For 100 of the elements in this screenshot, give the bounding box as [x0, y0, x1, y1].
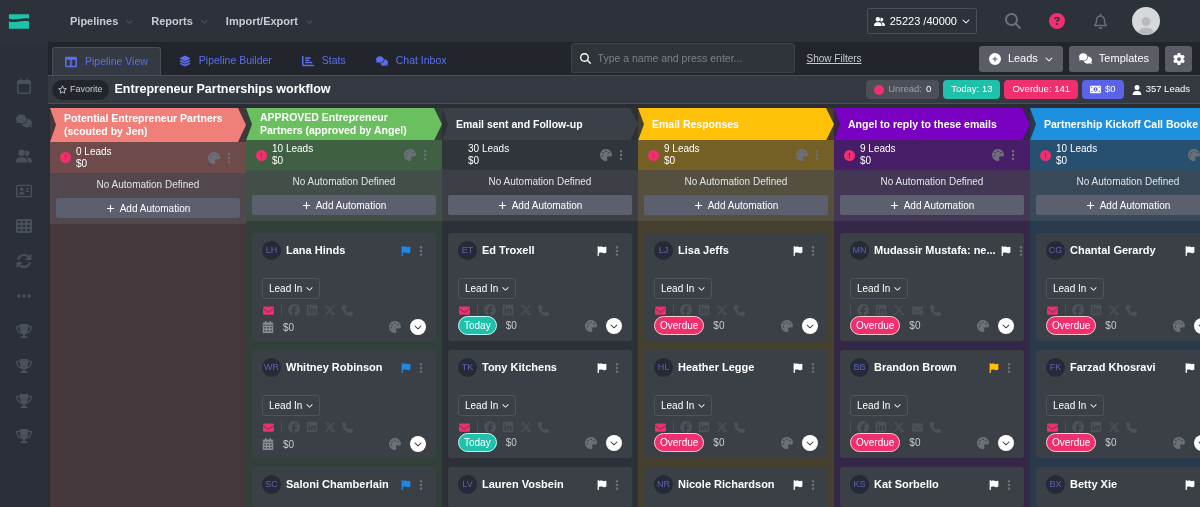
- flag-icon[interactable]: [597, 245, 607, 256]
- lead-card[interactable]: LJ Lisa Jeffs Lead In Overdue $0: [644, 233, 828, 341]
- lead-card[interactable]: TK Tony Kitchens Lead In Today $0: [448, 350, 632, 458]
- expand-chevron-icon[interactable]: [606, 317, 622, 334]
- palette-icon[interactable]: [389, 438, 401, 450]
- lead-name[interactable]: Betty Xie: [1070, 476, 1180, 493]
- lead-name[interactable]: Lauren Vosbein: [482, 476, 592, 493]
- nav-menu[interactable]: Reports: [151, 12, 208, 30]
- palette-icon[interactable]: [404, 149, 416, 162]
- lead-name[interactable]: Mudassir Mustafa: ne...: [874, 242, 996, 259]
- x-logo-icon[interactable]: [893, 304, 905, 316]
- lead-name[interactable]: Tony Kitchens: [482, 359, 592, 376]
- status-dropdown[interactable]: Lead In: [1046, 395, 1105, 416]
- lead-name[interactable]: Heather Legge: [678, 359, 788, 376]
- overdue-badge[interactable]: Overdue: [1046, 316, 1097, 335]
- calendar-icon[interactable]: [262, 321, 274, 333]
- search-icon[interactable]: [1005, 13, 1021, 29]
- facebook-icon[interactable]: [484, 421, 496, 433]
- trophy-icon[interactable]: [16, 428, 32, 444]
- view-tab[interactable]: Stats: [289, 47, 358, 75]
- linkedin-icon[interactable]: [1090, 421, 1102, 433]
- lead-card[interactable]: BB Brandon Brown Lead In Overdue $0: [840, 350, 1024, 458]
- email-icon[interactable]: [262, 304, 275, 316]
- lead-card[interactable]: HL Heather Legge Lead In Overdue $0: [644, 350, 828, 458]
- help-icon[interactable]: [1049, 13, 1065, 29]
- facebook-icon[interactable]: [1072, 421, 1084, 433]
- flag-icon[interactable]: [597, 479, 607, 490]
- lead-quota-button[interactable]: 25223 /40000: [866, 8, 977, 34]
- flag-icon[interactable]: [1185, 245, 1195, 256]
- flag-icon[interactable]: [1185, 479, 1195, 490]
- facebook-icon[interactable]: [484, 304, 496, 316]
- lead-name[interactable]: Lana Hinds: [286, 242, 396, 259]
- user-avatar[interactable]: [1132, 7, 1160, 35]
- expand-chevron-icon[interactable]: [410, 319, 426, 335]
- email-icon[interactable]: [262, 421, 275, 433]
- view-tab[interactable]: Pipeline Builder: [166, 47, 284, 75]
- flag-icon[interactable]: [597, 362, 607, 373]
- status-dropdown[interactable]: Lead In: [850, 395, 909, 416]
- x-logo-icon[interactable]: [893, 421, 905, 433]
- email-icon[interactable]: [654, 421, 667, 433]
- status-dropdown[interactable]: Lead In: [458, 278, 517, 299]
- lead-name[interactable]: Farzad Khosravi: [1070, 359, 1180, 376]
- overdue-badge[interactable]: Overdue: [850, 433, 901, 452]
- expand-chevron-icon[interactable]: [802, 317, 818, 334]
- trophy-icon[interactable]: [16, 393, 32, 409]
- show-filters-link[interactable]: Show Filters: [806, 51, 862, 66]
- linkedin-icon[interactable]: [875, 304, 887, 316]
- expand-chevron-icon[interactable]: [802, 434, 818, 451]
- lead-name[interactable]: Saloni Chamberlain: [286, 476, 396, 493]
- status-dropdown[interactable]: Lead In: [262, 278, 321, 299]
- lead-card[interactable]: SC Saloni Chamberlain: [252, 467, 436, 507]
- palette-icon[interactable]: [208, 151, 220, 164]
- lead-card[interactable]: BX Betty Xie: [1036, 467, 1200, 507]
- palette-icon[interactable]: [1173, 436, 1185, 449]
- palette-icon[interactable]: [781, 436, 793, 449]
- search-field[interactable]: Type a name and press enter...: [570, 43, 795, 73]
- lead-name[interactable]: Nicole Richardson: [678, 476, 788, 493]
- palette-icon[interactable]: [1173, 319, 1185, 332]
- alert-icon[interactable]: [1040, 149, 1051, 161]
- status-dropdown[interactable]: Lead In: [262, 395, 321, 416]
- lead-card[interactable]: CG Chantal Gerardy Lead In Overdue $0: [1036, 233, 1200, 341]
- palette-icon[interactable]: [389, 321, 401, 333]
- lead-name[interactable]: Lisa Jeffs: [678, 242, 788, 259]
- facebook-icon[interactable]: [680, 304, 692, 316]
- expand-chevron-icon[interactable]: [606, 434, 622, 451]
- alert-icon[interactable]: [844, 149, 855, 161]
- contact-card-icon[interactable]: [16, 183, 32, 199]
- nav-menu[interactable]: Import/Export: [225, 12, 313, 30]
- lead-card[interactable]: LH Lana Hinds Lead In $0: [252, 233, 436, 341]
- alert-icon[interactable]: [60, 152, 71, 163]
- palette-icon[interactable]: [796, 149, 808, 162]
- expand-chevron-icon[interactable]: [410, 436, 426, 452]
- overdue-badge[interactable]: Overdue: [654, 433, 705, 452]
- flag-icon[interactable]: [989, 479, 999, 490]
- flag-icon[interactable]: [1000, 245, 1011, 256]
- add-automation-button[interactable]: Add Automation: [644, 195, 828, 215]
- lead-card[interactable]: LV Lauren Vosbein: [448, 467, 632, 507]
- palette-icon[interactable]: [585, 319, 597, 332]
- add-automation-button[interactable]: Add Automation: [448, 195, 632, 215]
- palette-icon[interactable]: [992, 149, 1004, 162]
- users-icon[interactable]: [16, 148, 32, 164]
- calendar-icon[interactable]: [16, 78, 32, 94]
- app-logo[interactable]: [8, 11, 30, 31]
- add-automation-button[interactable]: Add Automation: [56, 198, 240, 218]
- alert-icon[interactable]: [648, 149, 659, 161]
- email-icon[interactable]: [1046, 304, 1059, 316]
- settings-button[interactable]: [1165, 45, 1192, 72]
- facebook-icon[interactable]: [857, 304, 869, 316]
- palette-icon[interactable]: [977, 436, 989, 449]
- lead-card[interactable]: FK Farzad Khosravi Lead In Overdue $0: [1036, 350, 1200, 458]
- status-dropdown[interactable]: Lead In: [1046, 278, 1105, 299]
- status-dropdown[interactable]: Lead In: [654, 278, 713, 299]
- facebook-icon[interactable]: [1072, 304, 1084, 316]
- palette-icon[interactable]: [781, 319, 793, 332]
- status-dropdown[interactable]: Lead In: [458, 395, 517, 416]
- email-icon[interactable]: [458, 304, 471, 316]
- add-automation-button[interactable]: Add Automation: [252, 195, 436, 215]
- leads-button[interactable]: Leads: [978, 45, 1063, 72]
- templates-button[interactable]: Templates: [1068, 45, 1159, 72]
- palette-icon[interactable]: [977, 319, 989, 332]
